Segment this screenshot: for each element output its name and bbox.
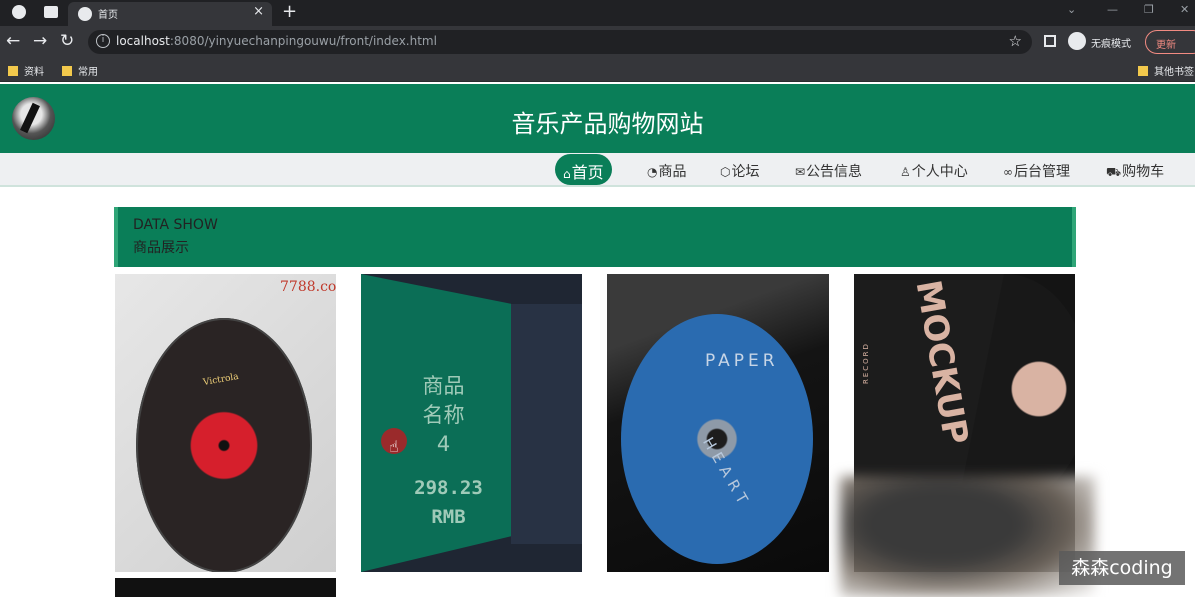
other-bookmarks[interactable]: 其他书签: [1138, 63, 1194, 78]
url-host: localhost: [116, 34, 170, 48]
section-title-en: DATA SHOW: [133, 217, 218, 233]
nav-label: 公告信息: [806, 164, 863, 180]
browser-profile-icon[interactable]: [12, 5, 26, 19]
price-value: 298.23: [414, 477, 483, 499]
bookmark-star-icon[interactable]: ☆: [1009, 32, 1022, 50]
nav-forum[interactable]: ⬡论坛: [720, 161, 759, 181]
tab-title: 首页: [98, 10, 118, 21]
address-bar[interactable]: i localhost:8080/yinyuechanpingouwu/fron…: [88, 30, 1032, 54]
site-title: 音乐产品购物网站: [511, 110, 704, 138]
browser-toolbar: ← → ↻ i localhost:8080/yinyuechanpingouw…: [0, 26, 1195, 58]
hand-cursor-icon: ☝: [389, 437, 399, 456]
nav-products[interactable]: ◔商品: [647, 161, 686, 181]
other-bookmarks-label: 其他书签: [1154, 67, 1194, 78]
globe-icon: [78, 7, 92, 21]
cart-icon: ⛟: [1106, 165, 1122, 179]
side-panel-icon[interactable]: [1044, 35, 1056, 47]
product-card-2[interactable]: 商品 名称 4 298.23 RMB: [361, 274, 582, 572]
nav-label: 个人中心: [911, 164, 968, 180]
site-header: 音乐产品购物网站: [0, 84, 1195, 153]
vinyl-record-image: [136, 318, 312, 572]
folder-icon: [1138, 66, 1148, 76]
forward-icon[interactable]: →: [33, 31, 47, 51]
reload-icon[interactable]: ↻: [60, 31, 74, 51]
new-tab-icon[interactable]: +: [282, 1, 297, 22]
folder-icon: [8, 66, 18, 76]
product-card-5[interactable]: [115, 578, 336, 597]
tab-list-icon[interactable]: ⌄: [1067, 3, 1076, 16]
nav-admin[interactable]: ∞后台管理: [1003, 161, 1070, 181]
nav-label: 首页: [571, 163, 604, 182]
cd-text-top: PAPER: [705, 351, 779, 371]
product-card-1[interactable]: 7788.com Victrola: [115, 274, 336, 572]
browser-tabstrip: 首页 × + ⌄ — ❐ ✕: [0, 0, 1195, 26]
product-hover-side: [511, 304, 582, 544]
mail-icon: ✉: [795, 165, 806, 179]
product-name-line: 商品: [422, 374, 465, 398]
info-icon[interactable]: i: [96, 34, 110, 48]
close-window-icon[interactable]: ✕: [1180, 3, 1189, 16]
update-label: 更新: [1156, 40, 1176, 51]
url-path: :8080/yinyuechanpingouwu/front/index.htm…: [169, 34, 437, 48]
product-name: 商品 名称 4: [401, 372, 486, 459]
tab-close-icon[interactable]: ×: [253, 4, 264, 19]
product-name-line: 4: [436, 432, 451, 456]
gauge-icon: ◔: [647, 165, 658, 179]
nav-label: 商品: [658, 164, 687, 180]
back-icon[interactable]: ←: [6, 31, 20, 51]
restore-icon[interactable]: ❐: [1144, 3, 1154, 16]
product-price: 298.23 RMB: [401, 474, 496, 532]
video-watermark: 森森coding: [1059, 551, 1185, 585]
nav-announcements[interactable]: ✉公告信息: [795, 161, 862, 181]
nav-label: 后台管理: [1014, 164, 1070, 180]
url-text[interactable]: localhost:8080/yinyuechanpingouwu/front/…: [116, 34, 437, 48]
update-button[interactable]: 更新: [1145, 30, 1195, 54]
home-icon: ⌂: [563, 167, 571, 181]
folder-icon: [62, 66, 72, 76]
bookmark-label: 资料: [24, 67, 44, 78]
bookmarks-bar: 资料 常用 其他书签: [0, 58, 1195, 82]
image-watermark: 7788.com: [280, 279, 336, 295]
minimize-icon[interactable]: —: [1107, 3, 1118, 16]
bookmark-label: 常用: [78, 67, 98, 78]
nav-home[interactable]: ⌂首页: [555, 154, 612, 185]
link-icon: ∞: [1003, 165, 1013, 179]
bookmark-folder-2[interactable]: 常用: [62, 63, 98, 78]
cube-icon: ⬡: [720, 165, 731, 179]
nav-label: 购物车: [1122, 164, 1165, 180]
incognito-label: 无痕模式: [1091, 39, 1131, 50]
price-currency: RMB: [431, 506, 466, 528]
product-card-3[interactable]: PAPER HEART: [607, 274, 829, 572]
main-nav: ⌂首页 ◔商品 ⬡论坛 ✉公告信息 ♙个人中心 ∞后台管理 ⛟购物车: [0, 153, 1195, 187]
tab-search-icon[interactable]: [44, 6, 58, 18]
data-show-banner: DATA SHOW 商品展示: [114, 207, 1076, 267]
nav-label: 论坛: [731, 164, 760, 180]
bookmark-folder-1[interactable]: 资料: [8, 63, 44, 78]
record-side-text: RECORD: [862, 342, 870, 384]
product-name-line: 名称: [422, 403, 465, 427]
section-title-cn: 商品展示: [133, 240, 189, 256]
incognito-icon[interactable]: [1068, 32, 1086, 50]
blurred-overlay: [840, 476, 1095, 597]
nav-cart[interactable]: ⛟购物车: [1106, 161, 1164, 181]
user-icon: ♙: [900, 165, 911, 179]
nav-profile[interactable]: ♙个人中心: [900, 161, 968, 181]
browser-tab-active[interactable]: 首页 ×: [68, 2, 272, 26]
